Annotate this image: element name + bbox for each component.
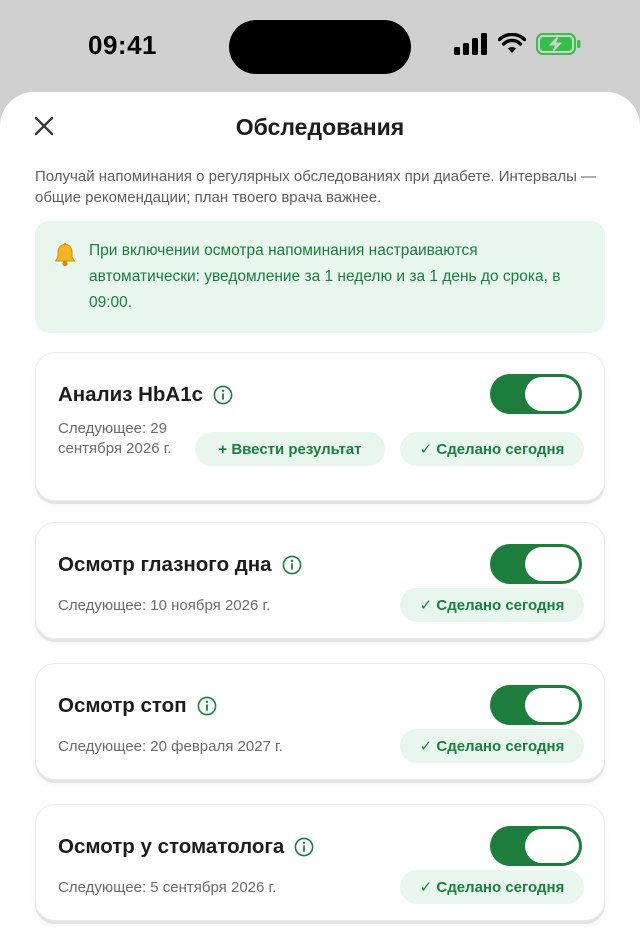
status-time: 09:41	[88, 30, 157, 60]
exam-card-dentist: Осмотр у стоматолога Следующее: 5 сентяб…	[35, 804, 605, 921]
toggle-knob	[525, 377, 579, 411]
next-date-text: Следующее: 5 сентября 2026 г.	[58, 879, 277, 896]
dynamic-island	[229, 20, 411, 74]
exam-title: Осмотр у стоматолога	[58, 835, 314, 859]
exam-title: Анализ HbA1c	[58, 383, 233, 407]
battery-charging-icon	[536, 32, 582, 60]
reminder-toggle[interactable]	[490, 544, 582, 584]
notice-text: При включении осмотра напоминания настра…	[89, 242, 561, 311]
wifi-icon	[497, 32, 527, 60]
bell-icon	[52, 242, 78, 273]
done-today-button[interactable]: ✓ Сделано сегодня	[400, 588, 584, 622]
info-icon[interactable]	[197, 696, 217, 716]
info-icon[interactable]	[294, 837, 314, 857]
sheet-header: Обследования	[0, 92, 640, 164]
exam-card-hba1c: Анализ HbA1c Следующее: 29 сентября 2026…	[35, 352, 605, 501]
exam-title: Осмотр стоп	[58, 694, 217, 718]
exam-title-label: Анализ HbA1c	[58, 383, 204, 406]
done-today-button[interactable]: ✓ Сделано сегодня	[400, 432, 584, 466]
info-icon[interactable]	[213, 385, 233, 405]
status-icons	[454, 32, 582, 60]
cellular-signal-icon	[454, 32, 488, 60]
exam-title-label: Осмотр глазного дна	[58, 553, 272, 576]
exam-title-label: Осмотр у стоматолога	[58, 835, 285, 858]
exam-card-feet: Осмотр стоп Следующее: 20 февраля 2027 г…	[35, 663, 605, 780]
next-date-text: Следующее: 29 сентября 2026 г.	[58, 420, 172, 457]
reminder-toggle[interactable]	[490, 685, 582, 725]
exam-title-label: Осмотр стоп	[58, 694, 187, 717]
reminder-notice: При включении осмотра напоминания настра…	[35, 221, 605, 333]
info-icon[interactable]	[282, 555, 302, 575]
toggle-knob	[525, 829, 579, 863]
enter-result-button[interactable]: + Ввести результат	[195, 432, 385, 466]
page-title: Обследования	[235, 114, 405, 140]
status-bar: 09:41	[0, 0, 640, 96]
examinations-sheet: Обследования Получай напоминания о регул…	[0, 92, 640, 949]
reminder-toggle[interactable]	[490, 826, 582, 866]
done-today-button[interactable]: ✓ Сделано сегодня	[400, 729, 584, 763]
exam-title: Осмотр глазного дна	[58, 553, 302, 577]
toggle-knob	[525, 688, 579, 722]
exam-card-fundus: Осмотр глазного дна Следующее: 10 ноября…	[35, 522, 605, 639]
next-date-text: Следующее: 10 ноября 2026 г.	[58, 597, 271, 614]
next-date-text: Следующее: 20 февраля 2027 г.	[58, 738, 283, 755]
done-today-button[interactable]: ✓ Сделано сегодня	[400, 870, 584, 904]
intro-text: Получай напоминания о регулярных обследо…	[35, 168, 597, 206]
reminder-toggle[interactable]	[490, 374, 582, 414]
toggle-knob	[525, 547, 579, 581]
